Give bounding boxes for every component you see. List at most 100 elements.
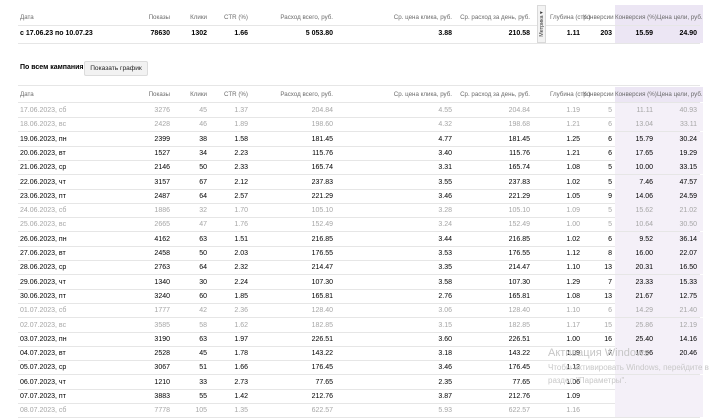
spend-total-cell: 165.81 (311, 292, 333, 300)
impressions-cell: 2665 (154, 221, 170, 229)
table-row: 01.07.2023, сб 1777 42 2.36 128.40 3.06 128.40… (0, 303, 720, 318)
goal-cost-cell: 30.24 (679, 135, 697, 143)
depth-cell: 1.16 (566, 407, 580, 415)
date-cell: 26.06.2023, пн (20, 235, 67, 243)
conversion-rate-cell: 14.29 (635, 307, 653, 315)
date-cell: 01.07.2023, сб (20, 307, 67, 315)
table-row: 22.06.2023, чт 3157 67 2.12 237.83 3.55 237.83… (0, 174, 720, 189)
impressions-cell: 3157 (154, 178, 170, 186)
conversions-cell (583, 403, 612, 418)
ctr-cell: 1.85 (234, 292, 248, 300)
spend-total-cell: 216.85 (311, 235, 333, 243)
clicks-cell: 50 (199, 250, 207, 257)
depth-cell: 1.05 (566, 192, 580, 200)
metrika-tab[interactable]: Метрика ▾ (537, 5, 546, 43)
ctr-cell: 2.03 (234, 250, 248, 257)
avg-daily-spend-cell: 107.30 (508, 278, 530, 286)
date-cell: 28.06.2023, ср (20, 264, 67, 272)
table-row: 08.07.2023, сб 7778 105 1.35 622.57 5.93 622.5… (0, 403, 720, 418)
impressions-cell: 4162 (154, 235, 170, 243)
table-row: 03.07.2023, пн 3190 63 1.97 226.51 3.60 226.51… (0, 331, 720, 346)
impressions-cell: 2487 (154, 192, 170, 200)
conversions-cell: 13 (604, 292, 612, 300)
goal-cost-cell: 15.33 (679, 278, 697, 286)
depth-cell: 1.08 (566, 292, 580, 300)
ctr-cell: 1.58 (234, 135, 248, 143)
table-row: 28.06.2023, ср 2763 64 2.32 214.47 3.35 214.47… (0, 260, 720, 275)
summary-header-row: Дата Показы Клики CTR (%) Расход всего, руб.… (0, 10, 720, 25)
avg-daily-spend-cell: 210.58 (508, 30, 530, 37)
avg-cpc-cell: 3.46 (438, 192, 452, 200)
goal-cost-cell: 30.50 (679, 221, 697, 229)
avg-cpc-cell: 2.76 (438, 292, 452, 300)
avg-daily-spend-cell: 77.65 (512, 378, 530, 386)
avg-cpc-cell: 3.88 (438, 30, 452, 37)
date-cell: 18.06.2023, вс (20, 121, 67, 129)
date-cell: 22.06.2023, чт (20, 178, 66, 186)
spend-total-cell: 5 053.80 (305, 30, 333, 37)
impressions-cell: 2399 (154, 135, 170, 143)
date-cell: 29.06.2023, чт (20, 278, 66, 286)
spend-total-cell: 214.47 (311, 264, 333, 272)
conversions-cell: 6 (608, 149, 612, 157)
conversion-rate-cell: 16.00 (635, 250, 653, 257)
spend-total-cell: 237.83 (311, 178, 333, 186)
clicks-cell: 63 (199, 335, 207, 343)
avg-daily-spend-cell: 152.49 (508, 221, 530, 229)
avg-daily-spend-cell: 214.47 (508, 264, 530, 272)
goal-cost-cell: 24.90 (679, 30, 697, 37)
clicks-cell: 64 (199, 264, 207, 272)
avg-cpc-cell: 4.55 (438, 107, 452, 114)
conversion-rate-cell: 23.33 (635, 278, 653, 286)
avg-daily-spend-cell: 115.76 (509, 149, 530, 157)
clicks-cell: 34 (199, 149, 207, 157)
show-chart-button[interactable]: Показать график (84, 61, 148, 76)
clicks-cell: 33 (199, 378, 207, 386)
conversion-rate-cell: 7.46 (639, 178, 653, 186)
ctr-cell: 1.89 (234, 121, 248, 129)
goal-cost-cell: 40.93 (679, 107, 697, 114)
spend-total-cell: 128.40 (311, 307, 333, 315)
goal-cost-cell: 33.15 (679, 164, 697, 172)
goal-cost-cell: 12.19 (679, 321, 697, 329)
conversions-cell: Конверсии (583, 14, 614, 21)
table-row: 29.06.2023, чт 1340 30 2.24 107.30 3.58 107.30… (0, 274, 720, 289)
impressions-cell: Показы (148, 91, 170, 98)
table-row: 27.06.2023, вт 2458 50 2.03 176.55 3.53 176.55… (0, 246, 720, 260)
date-cell: 30.06.2023, пт (20, 292, 66, 300)
activation-watermark-line2: Чтобы активировать Windows, перейдите в (548, 363, 709, 372)
depth-cell: 1.00 (566, 221, 580, 229)
conversion-rate-cell: 17.65 (635, 149, 653, 157)
conversion-rate-cell: 10.00 (635, 164, 653, 172)
avg-cpc-cell: 3.53 (438, 250, 452, 257)
avg-cpc-cell: 4.77 (438, 135, 452, 143)
avg-daily-spend-cell: 176.55 (508, 250, 530, 257)
table-row: 20.06.2023, вт 1527 34 2.23 115.76 3.40 115.76… (0, 145, 720, 160)
table-row: 02.07.2023, вс 3585 58 1.62 182.85 3.15 182.85… (0, 317, 720, 332)
conversion-rate-cell: Конверсия (%) (615, 14, 657, 21)
spend-total-cell: Расход всего, руб. (280, 14, 333, 21)
spend-total-cell: 182.85 (311, 321, 333, 329)
impressions-cell: 2528 (154, 350, 170, 358)
date-cell: Дата (20, 14, 34, 21)
table-row: 18.06.2023, вс 2428 46 1.89 198.60 4.32 198.68… (0, 117, 720, 132)
spend-total-cell: 107.30 (311, 278, 333, 286)
avg-daily-spend-cell: 176.45 (508, 364, 530, 372)
conversion-rate-cell: Конверсия (%) (615, 91, 657, 98)
date-cell: 04.07.2023, вт (20, 350, 66, 358)
conversion-rate-cell: 15.59 (635, 30, 653, 37)
clicks-cell: 50 (199, 164, 207, 172)
goal-cost-cell: 33.11 (680, 121, 697, 129)
ctr-cell: 2.57 (234, 192, 248, 200)
impressions-cell: 1210 (154, 378, 170, 386)
spend-total-cell: 181.45 (311, 135, 333, 143)
avg-daily-spend-cell: 105.10 (508, 207, 530, 215)
impressions-cell: 3240 (154, 292, 170, 300)
activation-watermark-line3: раздел "Параметры". (548, 376, 627, 385)
spend-total-cell: 115.76 (312, 149, 333, 157)
ctr-cell: 1.66 (234, 30, 248, 37)
spend-total-cell: 204.84 (311, 107, 333, 114)
avg-daily-spend-cell: 216.85 (508, 235, 530, 243)
goal-cost-cell: 47.57 (679, 178, 697, 186)
goal-cost-cell: 14.16 (679, 335, 697, 343)
